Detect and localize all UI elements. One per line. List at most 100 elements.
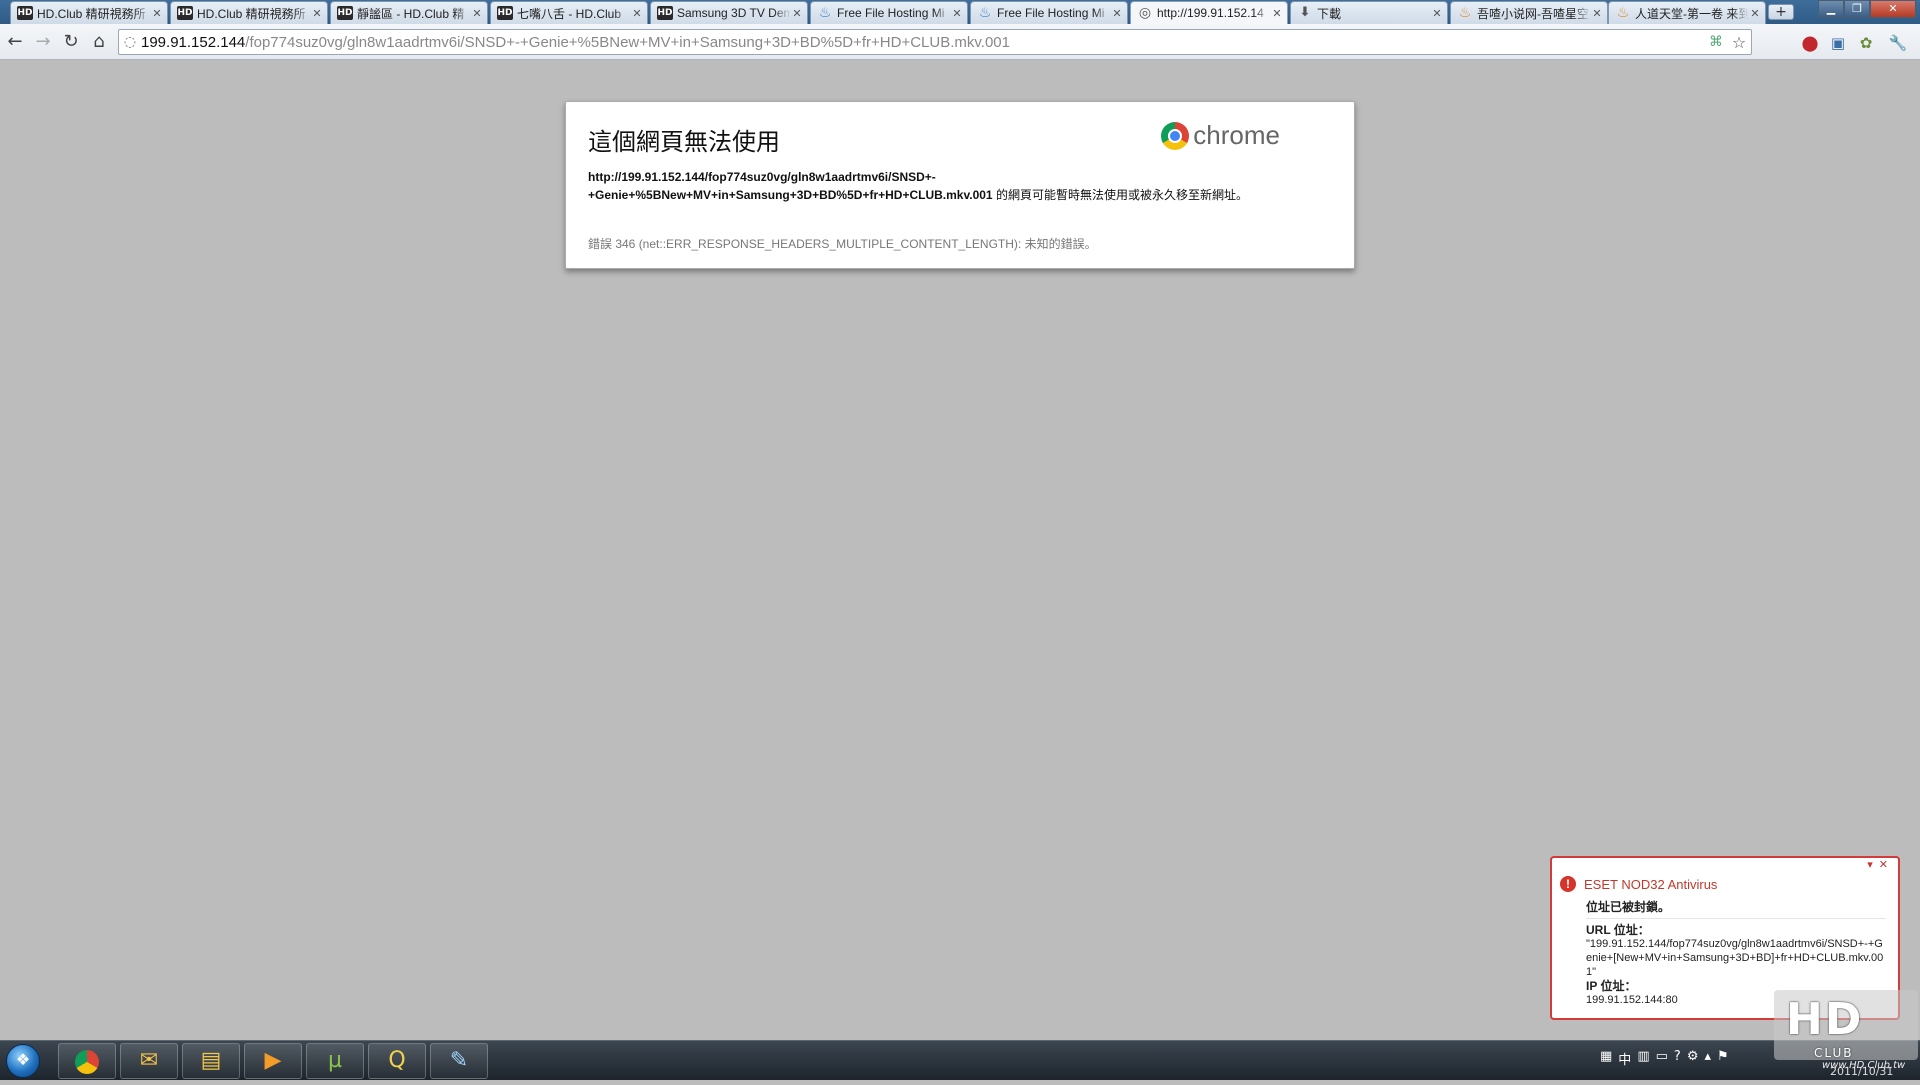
error-url-line1: http://199.91.152.144/fop774suz0vg/gln8w… — [588, 170, 936, 184]
tab-title: 吾喳小说网-吾喳星空 — [1477, 6, 1589, 21]
tab-close-icon[interactable]: ✕ — [471, 7, 483, 20]
error-message: http://199.91.152.144/fop774suz0vg/gln8w… — [588, 168, 1328, 204]
hd-club-icon: HD — [657, 6, 673, 20]
error-message-text: 的網頁可能暫時無法使用或被永久移至新網址。 — [992, 188, 1248, 202]
file-hosting-icon: ♨ — [978, 5, 992, 21]
hd-club-icon: HD — [177, 6, 193, 20]
file-explorer-icon[interactable]: ▤ — [182, 1043, 240, 1079]
tray-settings-icon[interactable]: ⚙ — [1687, 1049, 1699, 1068]
eset-blocked-text: 位址已被封鎖。 — [1586, 900, 1886, 919]
system-tray: ▦ 中 ▥ ▭ ? ⚙ ▴ ⚑ — [1600, 1049, 1729, 1068]
tab-close-icon[interactable]: ✕ — [1749, 7, 1761, 20]
tab-hd-club-3[interactable]: HD 靜謐區 - HD.Club 精 ✕ — [330, 1, 488, 24]
chrome-wordmark: chrome — [1193, 120, 1280, 150]
address-bar[interactable]: ◌ 199.91.152.144/fop774suz0vg/gln8w1aadr… — [118, 29, 1752, 55]
download-icon: ⬇ — [1299, 5, 1311, 20]
tab-title: HD.Club 精研視務所 — [37, 6, 146, 21]
tray-window-icon[interactable]: ▥ — [1637, 1049, 1649, 1068]
tab-hd-club-4[interactable]: HD 七嘴八舌 - HD.Club ✕ — [490, 1, 648, 24]
novel-site-icon: ♨ — [1458, 5, 1472, 21]
adblock-extension-icon[interactable]: ⬤ — [1800, 33, 1820, 53]
tab-title: 七嘴八舌 - HD.Club — [517, 6, 622, 21]
file-hosting-icon: ♨ — [818, 5, 832, 21]
tab-close-icon[interactable]: ✕ — [631, 7, 643, 20]
tab-hd-club-1[interactable]: HD HD.Club 精研視務所 ✕ — [10, 1, 168, 24]
eset-url-value: "199.91.152.144/fop774suz0vg/gln8w1aadrt… — [1586, 938, 1884, 978]
tab-close-icon[interactable]: ✕ — [151, 7, 163, 20]
tab-novel-2[interactable]: ♨ 人道天堂-第一卷 来到 ✕ — [1608, 1, 1766, 24]
tray-display-icon[interactable]: ▭ — [1656, 1049, 1668, 1068]
new-tab-button[interactable]: + — [1768, 4, 1794, 20]
browser-toolbar: ← → ↻ ⌂ ◌ 199.91.152.144/fop774suz0vg/gl… — [0, 24, 1920, 60]
eset-app-title: ESET NOD32 Antivirus — [1584, 876, 1718, 892]
globe-icon: ◎ — [1138, 5, 1152, 21]
novel-site-icon: ♨ — [1616, 5, 1630, 21]
home-button[interactable]: ⌂ — [88, 31, 110, 53]
close-icon[interactable]: ✕ — [1879, 859, 1894, 871]
hd-club-icon: HD — [17, 6, 33, 20]
chrome-logo: chrome — [1161, 120, 1280, 151]
address-host: 199.91.152.144 — [141, 33, 246, 51]
eset-header: ! ESET NOD32 Antivirus — [1560, 876, 1717, 892]
hd-club-icon: HD — [337, 6, 353, 20]
tab-title: 靜謐區 - HD.Club 精 — [357, 6, 465, 21]
ime-indicator[interactable]: 中 — [1618, 1049, 1631, 1068]
eset-url-label: URL 位址： — [1586, 923, 1650, 937]
tab-close-icon[interactable]: ✕ — [1431, 7, 1443, 20]
chrome-icon — [1161, 121, 1190, 150]
tab-title: HD.Club 精研視務所 — [197, 6, 306, 21]
tab-close-icon[interactable]: ✕ — [1111, 7, 1123, 20]
bookmark-star-icon[interactable]: ☆ — [1727, 33, 1751, 52]
paint-icon[interactable]: ✎ — [430, 1043, 488, 1079]
back-button[interactable]: ← — [4, 31, 26, 53]
tab-close-icon[interactable]: ✕ — [791, 7, 803, 20]
tab-title: 下載 — [1317, 6, 1342, 21]
error-detail: 錯誤 346 (net::ERR_RESPONSE_HEADERS_MULTIP… — [588, 237, 1097, 251]
minimize-button[interactable]: ▁ — [1818, 0, 1844, 18]
close-window-button[interactable]: ✕ — [1870, 0, 1916, 18]
alert-icon: ! — [1560, 876, 1576, 892]
tab-download[interactable]: ⬇ 下載 ✕ — [1290, 1, 1448, 24]
tab-title: http://199.91.152.14 — [1157, 6, 1264, 20]
tab-title: 人道天堂-第一卷 来到 — [1635, 6, 1749, 21]
extension-icon[interactable]: ▣ — [1828, 33, 1848, 53]
tab-file-hosting-1[interactable]: ♨ Free File Hosting Mi ✕ — [810, 1, 968, 24]
maximize-button[interactable]: ❐ — [1844, 0, 1870, 18]
tab-novel-1[interactable]: ♨ 吾喳小说网-吾喳星空 ✕ — [1450, 1, 1608, 24]
wrench-menu-icon[interactable]: 🔧 — [1888, 33, 1908, 53]
error-title: 這個網頁無法使用 — [588, 128, 780, 156]
tab-close-icon[interactable]: ✕ — [951, 7, 963, 20]
tab-hd-club-2[interactable]: HD HD.Club 精研視務所 ✕ — [170, 1, 328, 24]
action-center-flag-icon[interactable]: ⚑ — [1717, 1049, 1729, 1068]
tab-close-icon[interactable]: ✕ — [311, 7, 323, 20]
tab-file-hosting-2[interactable]: ♨ Free File Hosting Mi ✕ — [970, 1, 1128, 24]
page-info-icon[interactable]: ◌ — [119, 34, 141, 50]
tab-title: Free File Hosting Mi — [997, 6, 1105, 20]
tab-samsung[interactable]: HD Samsung 3D TV Dem ✕ — [650, 1, 808, 24]
hd-club-watermark: HD CLUB www.HD.Club.tw — [1774, 990, 1918, 1072]
show-hidden-icons[interactable]: ▴ — [1704, 1049, 1711, 1068]
reload-button[interactable]: ↻ — [60, 31, 82, 53]
taskbar: ✉ ▤ ▶ µ Q ✎ ▦ 中 ▥ ▭ ? ⚙ ▴ ⚑ 2011/10/31 — [0, 1040, 1920, 1080]
tab-close-icon[interactable]: ✕ — [1591, 7, 1603, 20]
forward-button[interactable]: → — [32, 31, 54, 53]
watermark-logo: HD — [1786, 994, 1864, 1045]
address-url[interactable]: 199.91.152.144/fop774suz0vg/gln8w1aadrtm… — [141, 34, 1705, 51]
tab-strip: HD HD.Club 精研視務所 ✕ HD HD.Club 精研視務所 ✕ HD… — [0, 0, 1920, 24]
tab-title: Samsung 3D TV Dem — [677, 6, 791, 20]
chrome-icon[interactable] — [58, 1043, 116, 1079]
quicktime-icon[interactable]: Q — [368, 1043, 426, 1079]
start-button[interactable] — [6, 1044, 40, 1078]
eset-window-controls: ▾✕ — [1867, 858, 1894, 871]
help-icon[interactable]: ? — [1674, 1049, 1681, 1068]
collapse-icon[interactable]: ▾ — [1867, 859, 1879, 871]
mail-icon[interactable]: ✉ — [120, 1043, 178, 1079]
utorrent-icon[interactable]: µ — [306, 1043, 364, 1079]
tab-active-error[interactable]: ◎ http://199.91.152.14 ✕ — [1130, 1, 1288, 24]
tray-app-icon[interactable]: ▦ — [1600, 1049, 1612, 1068]
translate-icon[interactable]: ⌘ — [1705, 34, 1727, 50]
media-player-icon[interactable]: ▶ — [244, 1043, 302, 1079]
extension-puzzle-icon[interactable]: ✿ — [1856, 33, 1876, 53]
tab-close-icon[interactable]: ✕ — [1271, 7, 1283, 20]
address-path: /fop774suz0vg/gln8w1aadrtmv6i/SNSD+-+Gen… — [245, 33, 1010, 51]
